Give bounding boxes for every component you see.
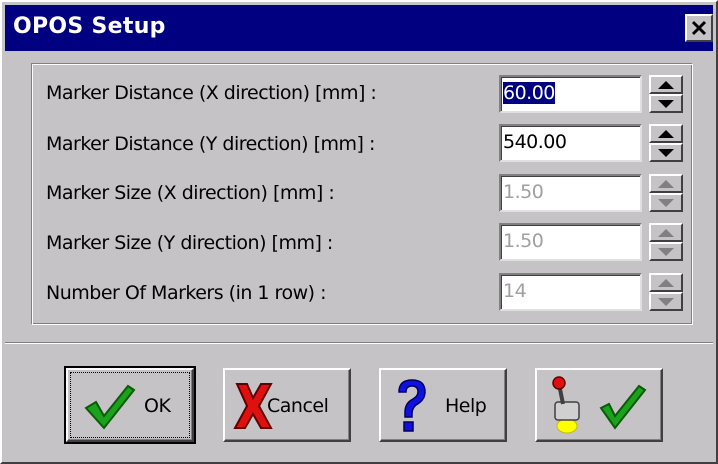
test-button[interactable] [535, 368, 663, 442]
close-icon [691, 20, 707, 36]
arrow-down-icon [658, 149, 674, 157]
help-button[interactable]: Help [379, 368, 507, 442]
arrow-up-icon [658, 279, 674, 287]
cancel-button[interactable]: Cancel [223, 368, 351, 442]
title-bar: OPOS Setup [5, 5, 713, 51]
arrow-down-icon [658, 199, 674, 207]
checkmark-icon [84, 384, 136, 430]
spin-up-button[interactable] [649, 223, 683, 242]
marker-size-y-value: 1.50 [503, 230, 544, 252]
spin-down-button[interactable] [649, 292, 683, 311]
marker-distance-x-spinner[interactable] [649, 75, 683, 113]
arrow-up-icon [658, 130, 674, 138]
arrow-up-icon [658, 180, 674, 188]
window-title: OPOS Setup [13, 14, 166, 39]
spin-down-button[interactable] [649, 143, 683, 162]
arrow-up-icon [658, 81, 674, 89]
marker-size-y-spinner[interactable] [649, 223, 683, 261]
marker-distance-y-field[interactable]: 540.00 [499, 124, 642, 162]
marker-distance-x-field[interactable]: 60.00 [499, 75, 642, 113]
joystick-check-icon [552, 376, 647, 434]
marker-distance-y-spinner[interactable] [649, 124, 683, 162]
question-mark-icon [398, 379, 426, 432]
number-of-markers-field[interactable]: 14 [499, 273, 642, 311]
marker-size-x-value: 1.50 [503, 181, 544, 203]
cancel-label: Cancel [267, 395, 329, 417]
arrow-up-icon [658, 229, 674, 237]
marker-distance-x-label: Marker Distance (X direction) [mm] : [46, 82, 377, 104]
spin-down-button[interactable] [649, 193, 683, 212]
spin-up-button[interactable] [649, 174, 683, 193]
number-of-markers-value: 14 [503, 280, 527, 302]
arrow-down-icon [658, 100, 674, 108]
ok-label: OK [144, 395, 171, 417]
marker-size-x-spinner[interactable] [649, 174, 683, 212]
arrow-down-icon [658, 248, 674, 256]
close-button[interactable] [685, 14, 713, 42]
arrow-down-icon [658, 298, 674, 306]
spin-up-button[interactable] [649, 75, 683, 94]
spin-up-button[interactable] [649, 273, 683, 292]
spin-up-button[interactable] [649, 124, 683, 143]
marker-size-x-field[interactable]: 1.50 [499, 174, 642, 212]
ok-button[interactable]: OK [64, 366, 196, 444]
marker-size-y-field[interactable]: 1.50 [499, 223, 642, 261]
number-of-markers-spinner[interactable] [649, 273, 683, 311]
marker-size-y-label: Marker Size (Y direction) [mm] : [46, 232, 333, 254]
spin-down-button[interactable] [649, 94, 683, 113]
marker-distance-x-value: 60.00 [503, 82, 555, 104]
number-of-markers-label: Number Of Markers (in 1 row) : [46, 282, 326, 304]
marker-size-x-label: Marker Size (X direction) [mm] : [46, 182, 335, 204]
spin-down-button[interactable] [649, 242, 683, 261]
opos-setup-dialog: OPOS Setup Marker Distance (X direction)… [0, 0, 718, 464]
help-label: Help [445, 395, 487, 417]
marker-distance-y-label: Marker Distance (Y direction) [mm] : [46, 133, 375, 155]
marker-distance-y-value: 540.00 [503, 131, 567, 153]
separator [5, 342, 713, 344]
